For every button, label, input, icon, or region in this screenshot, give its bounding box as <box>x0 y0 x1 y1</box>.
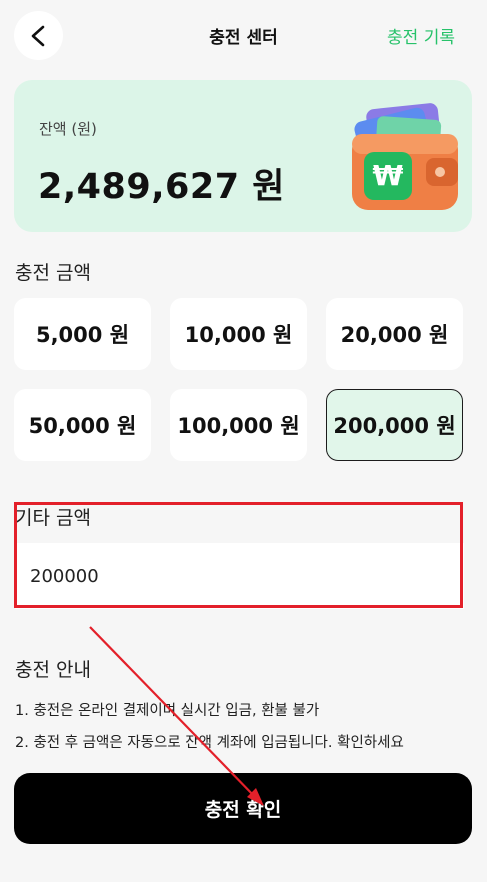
amount-option-20000[interactable]: 20,000 원 <box>326 298 463 370</box>
amount-option-100000[interactable]: 100,000 원 <box>170 389 307 461</box>
amount-option-50000[interactable]: 50,000 원 <box>14 389 151 461</box>
balance-label: 잔액 (원) <box>39 120 97 138</box>
wallet-icon: ₩ <box>352 103 458 210</box>
confirm-charge-button[interactable]: 충전 확인 <box>14 773 472 844</box>
amount-option-10000[interactable]: 10,000 원 <box>170 298 307 370</box>
balance-value: 2,489,627 원 <box>38 167 285 207</box>
header: 충전 센터 충전 기록 <box>0 0 487 70</box>
won-symbol: ₩ <box>373 159 404 192</box>
custom-amount-label: 기타 금액 <box>15 507 91 529</box>
charge-history-link[interactable]: 충전 기록 <box>387 23 455 48</box>
amount-option-5000[interactable]: 5,000 원 <box>14 298 151 370</box>
amount-section-label: 충전 금액 <box>15 262 91 284</box>
custom-amount-input[interactable] <box>15 543 464 609</box>
guide-line-1: 1. 충전은 온라인 결제이며 실시간 입금, 환불 불가 <box>15 703 320 719</box>
guide-line-2: 2. 충전 후 금액은 자동으로 잔액 계좌에 입금됩니다. 확인하세요 <box>15 735 404 751</box>
amount-option-200000[interactable]: 200,000 원 <box>326 389 463 461</box>
guide-title: 충전 안내 <box>15 659 91 681</box>
balance-card: 잔액 (원) 2,489,627 원 ₩ <box>14 80 472 232</box>
